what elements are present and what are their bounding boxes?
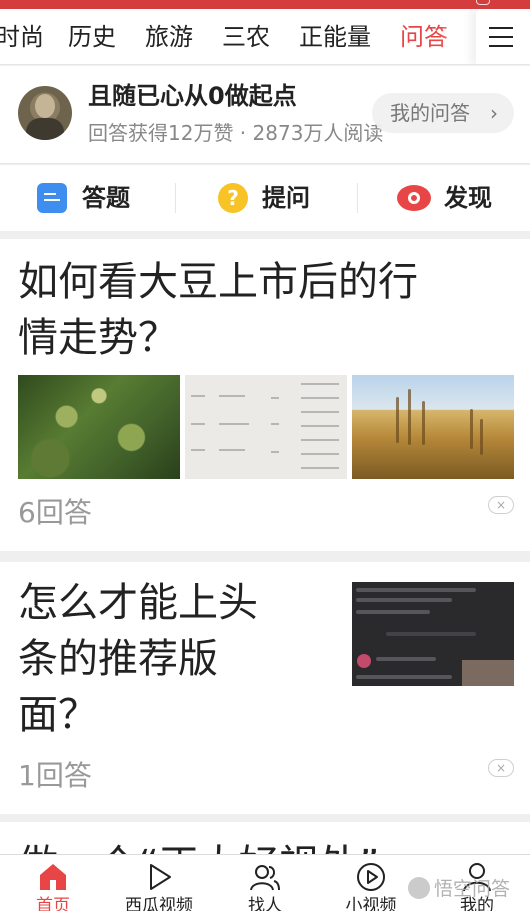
discover-action-button[interactable]: 发现 [397,165,507,231]
channel-fade [440,9,476,64]
avatar-head [35,94,55,118]
answer-action-button[interactable]: 答题 [37,165,147,231]
tab-find-people-label: 找人 [248,896,282,911]
soybean-field-image[interactable] [352,375,514,479]
status-bar [0,0,530,9]
channel-tab-agriculture[interactable]: 三农 [222,21,270,53]
question-title-line[interactable]: 面？ [18,688,98,742]
avatar-body [26,118,64,140]
question-title-line[interactable]: 情走势？ [18,311,178,365]
doc-line [44,193,56,195]
ask-action-label: 提问 [262,184,310,212]
channel-tab-travel[interactable]: 旅游 [145,21,193,53]
dismiss-icon[interactable]: × [488,496,514,514]
status-glyph-icon [476,0,490,5]
paper-line [219,395,245,397]
question-title-line[interactable]: 如何看大豆上市后的行 [18,255,418,309]
watermark-text: 悟空问答 [434,878,511,900]
profile-stats: 回答获得12万赞 · 2873万人阅读 [88,121,384,145]
tab-find-people[interactable]: 找人 [212,855,318,911]
paper-line [271,397,279,399]
screenshot-line [356,588,476,592]
channel-tabs: 时尚 历史 旅游 三农 正能量 问答 [0,9,530,65]
action-bar: 答题 ? 提问 发现 [0,165,530,231]
paper-line [191,395,205,397]
paper-line [301,467,339,469]
paper-line [271,423,279,425]
wukong-logo-icon [408,877,430,899]
question-title-line[interactable]: 条的推荐版 [18,632,218,686]
dismiss-icon[interactable]: × [488,759,514,777]
paper-line [301,453,339,455]
question-title-line[interactable]: 怎么才能上头 [18,576,258,630]
menu-icon-line [489,45,513,47]
chevron-right-icon: › [490,101,498,125]
watermark: 悟空问答 [408,874,510,901]
menu-icon-line [489,27,513,29]
paper-line [271,451,279,453]
people-icon [250,865,280,891]
profile-name[interactable]: 且随已心从0做起点 [88,80,297,112]
menu-icon-line [489,36,513,38]
action-divider [175,183,176,213]
app-screenshot-image[interactable] [352,582,514,686]
answer-doc-icon [37,183,67,213]
channel-menu-button[interactable] [476,9,530,64]
profile-header: 且随已心从0做起点 回答获得12万赞 · 2873万人阅读 我的问答 › [0,66,530,164]
eye-icon [397,185,431,211]
stalk [422,401,425,445]
paper-line [301,383,339,385]
channel-tab-positive-energy[interactable]: 正能量 [299,21,371,53]
screenshot-line [356,610,430,614]
screenshot-line [386,632,476,636]
paper-line [219,423,249,425]
home-icon [40,864,66,890]
paper-line [191,423,205,425]
action-divider [357,183,358,213]
tab-home-label: 首页 [36,896,70,911]
eye-pupil [411,195,417,201]
paper-line [301,397,339,399]
channel-tab-fashion[interactable]: 时尚 [0,21,44,53]
ask-action-button[interactable]: ? 提问 [218,165,328,231]
price-list-image[interactable] [185,375,347,479]
paper-line [219,449,245,451]
tab-home[interactable]: 首页 [0,855,106,911]
screenshot-avatar [357,654,371,668]
answer-count: 1回答 [18,759,92,792]
screenshot-line [356,675,452,679]
paper-line [301,439,339,441]
screenshot-photo [462,660,514,686]
answer-count: 6回答 [18,496,92,529]
my-answers-button[interactable]: 我的问答 › [372,93,514,133]
avatar[interactable] [18,86,72,140]
discover-action-label: 发现 [444,184,492,212]
stalk [480,419,483,455]
paper-line [191,449,205,451]
tab-xigua-video-label: 西瓜视频 [125,896,193,911]
stalk [408,389,411,445]
paper-line [301,425,339,427]
tab-xigua-video[interactable]: 西瓜视频 [106,855,212,911]
soybean-plant-image[interactable] [18,375,180,479]
paper-line [301,411,339,413]
doc-line [44,199,60,201]
stalk [470,409,473,449]
channel-tab-history[interactable]: 历史 [68,21,116,53]
stalk [396,397,399,443]
screenshot-line [356,598,452,602]
play-icon [150,864,171,890]
my-answers-label: 我的问答 [390,101,470,125]
screenshot-line [376,657,436,661]
question-icon: ? [218,183,248,213]
small-video-icon [357,863,385,891]
answer-action-label: 答题 [82,184,130,212]
